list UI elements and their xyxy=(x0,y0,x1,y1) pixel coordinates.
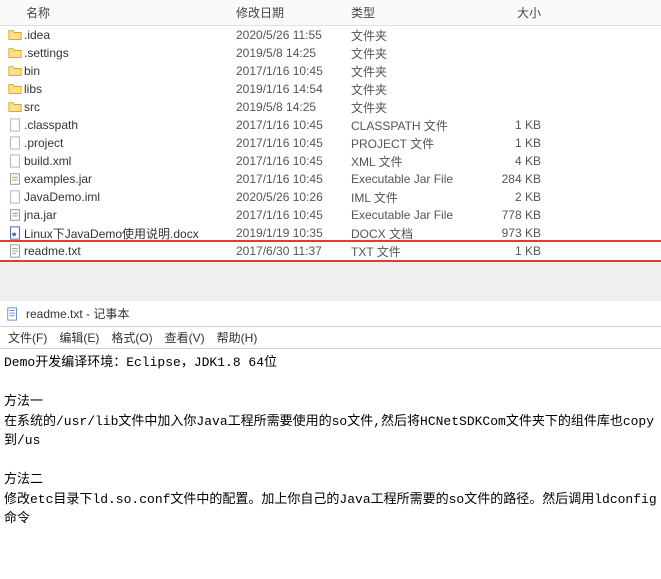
file-date: 2019/5/8 14:25 xyxy=(236,46,351,60)
file-type: DOCX 文档 xyxy=(351,225,471,242)
file-name: jna.jar xyxy=(24,208,236,222)
file-type: 文件夹 xyxy=(351,99,471,116)
file-name: .settings xyxy=(24,46,236,60)
jar-file-icon xyxy=(6,172,24,186)
file-size: 778 KB xyxy=(471,208,551,222)
folder-icon xyxy=(6,100,24,114)
notepad-titlebar: readme.txt - 记事本 xyxy=(0,301,661,327)
header-date[interactable]: 修改日期 xyxy=(236,4,351,21)
docx-file-icon xyxy=(6,226,24,240)
file-name: libs xyxy=(24,82,236,96)
header-size[interactable]: 大小 xyxy=(471,4,551,21)
highlight-box: readme.txt2017/6/30 11:37TXT 文件1 KB xyxy=(0,240,661,262)
file-type: 文件夹 xyxy=(351,81,471,98)
file-date: 2019/1/16 14:54 xyxy=(236,82,351,96)
file-date: 2019/1/19 10:35 xyxy=(236,226,351,240)
file-row[interactable]: build.xml2017/1/16 10:45XML 文件4 KB xyxy=(0,152,661,170)
file-name: .classpath xyxy=(24,118,236,132)
file-size: 1 KB xyxy=(471,136,551,150)
file-date: 2017/1/16 10:45 xyxy=(236,208,351,222)
folder-icon xyxy=(6,28,24,42)
notepad-menubar: 文件(F) 编辑(E) 格式(O) 查看(V) 帮助(H) xyxy=(0,327,661,349)
file-list: .idea2020/5/26 11:55文件夹.settings2019/5/8… xyxy=(0,26,661,262)
file-type: 文件夹 xyxy=(351,63,471,80)
file-row[interactable]: libs2019/1/16 14:54文件夹 xyxy=(0,80,661,98)
file-type: Executable Jar File xyxy=(351,208,471,222)
file-date: 2017/1/16 10:45 xyxy=(236,172,351,186)
file-name: readme.txt xyxy=(24,244,236,258)
file-type: 文件夹 xyxy=(351,27,471,44)
file-size: 4 KB xyxy=(471,154,551,168)
file-size: 2 KB xyxy=(471,190,551,204)
file-name: .idea xyxy=(24,28,236,42)
notepad-title-text: readme.txt - 记事本 xyxy=(26,305,129,322)
file-row[interactable]: .classpath2017/1/16 10:45CLASSPATH 文件1 K… xyxy=(0,116,661,134)
file-explorer: 名称 修改日期 类型 大小 .idea2020/5/26 11:55文件夹.se… xyxy=(0,0,661,261)
file-date: 2017/1/16 10:45 xyxy=(236,136,351,150)
file-file-icon xyxy=(6,118,24,132)
file-size: 1 KB xyxy=(471,244,551,258)
folder-icon xyxy=(6,82,24,96)
file-name: src xyxy=(24,100,236,114)
file-name: examples.jar xyxy=(24,172,236,186)
file-row[interactable]: JavaDemo.iml2020/5/26 10:26IML 文件2 KB xyxy=(0,188,661,206)
file-type: CLASSPATH 文件 xyxy=(351,117,471,134)
file-date: 2019/5/8 14:25 xyxy=(236,100,351,114)
folder-icon xyxy=(6,64,24,78)
file-date: 2017/6/30 11:37 xyxy=(236,244,351,258)
file-name: bin xyxy=(24,64,236,78)
file-file-icon xyxy=(6,154,24,168)
file-row[interactable]: jna.jar2017/1/16 10:45Executable Jar Fil… xyxy=(0,206,661,224)
file-row[interactable]: .idea2020/5/26 11:55文件夹 xyxy=(0,26,661,44)
notepad-icon xyxy=(6,307,20,321)
file-row[interactable]: readme.txt2017/6/30 11:37TXT 文件1 KB xyxy=(0,242,661,260)
column-headers: 名称 修改日期 类型 大小 xyxy=(0,0,661,26)
file-size: 284 KB xyxy=(471,172,551,186)
notepad-content[interactable]: Demo开发编译环境：Eclipse，JDK1.8 64位 方法一 在系统的/u… xyxy=(0,349,661,549)
file-row[interactable]: .settings2019/5/8 14:25文件夹 xyxy=(0,44,661,62)
file-row[interactable]: bin2017/1/16 10:45文件夹 xyxy=(0,62,661,80)
file-file-icon xyxy=(6,136,24,150)
file-name: JavaDemo.iml xyxy=(24,190,236,204)
file-type: 文件夹 xyxy=(351,45,471,62)
notepad-window: readme.txt - 记事本 文件(F) 编辑(E) 格式(O) 查看(V) 帮助(… xyxy=(0,301,661,549)
file-name: Linux下JavaDemo使用说明.docx xyxy=(24,225,236,242)
file-size: 1 KB xyxy=(471,118,551,132)
header-name[interactable]: 名称 xyxy=(6,4,236,21)
file-date: 2020/5/26 11:55 xyxy=(236,28,351,42)
menu-item[interactable]: 帮助(H) xyxy=(217,329,258,346)
file-name: build.xml xyxy=(24,154,236,168)
txt-file-icon xyxy=(6,244,24,258)
folder-icon xyxy=(6,46,24,60)
file-date: 2020/5/26 10:26 xyxy=(236,190,351,204)
menu-item[interactable]: 编辑(E) xyxy=(59,329,99,346)
separator-area xyxy=(0,261,661,301)
file-file-icon xyxy=(6,190,24,204)
jar-file-icon xyxy=(6,208,24,222)
file-size: 973 KB xyxy=(471,226,551,240)
header-type[interactable]: 类型 xyxy=(351,4,471,21)
file-type: IML 文件 xyxy=(351,189,471,206)
file-name: .project xyxy=(24,136,236,150)
file-row[interactable]: .project2017/1/16 10:45PROJECT 文件1 KB xyxy=(0,134,661,152)
file-type: PROJECT 文件 xyxy=(351,135,471,152)
menu-item[interactable]: 文件(F) xyxy=(8,329,47,346)
menu-item[interactable]: 格式(O) xyxy=(111,329,152,346)
file-date: 2017/1/16 10:45 xyxy=(236,64,351,78)
file-row[interactable]: src2019/5/8 14:25文件夹 xyxy=(0,98,661,116)
file-date: 2017/1/16 10:45 xyxy=(236,118,351,132)
file-type: Executable Jar File xyxy=(351,172,471,186)
file-type: TXT 文件 xyxy=(351,243,471,260)
file-row[interactable]: examples.jar2017/1/16 10:45Executable Ja… xyxy=(0,170,661,188)
file-type: XML 文件 xyxy=(351,153,471,170)
file-date: 2017/1/16 10:45 xyxy=(236,154,351,168)
menu-item[interactable]: 查看(V) xyxy=(165,329,205,346)
